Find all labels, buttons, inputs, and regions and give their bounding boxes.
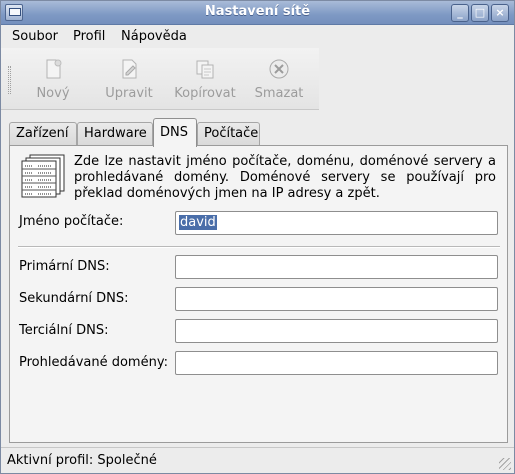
active-profile-status: Aktivní profil: Společné	[7, 453, 157, 468]
delete-button-label: Smazat	[254, 86, 304, 101]
edit-button-label: Upravit	[105, 86, 153, 101]
minimize-button[interactable]: _	[451, 4, 469, 22]
tab-zarizeni[interactable]: Zařízení	[9, 122, 77, 146]
separator	[18, 246, 500, 248]
hostname-field[interactable]: david	[175, 211, 498, 235]
secondary-dns-label: Sekundární DNS:	[19, 291, 129, 306]
primary-dns-label: Primární DNS:	[19, 259, 110, 274]
dns-panel: Zde lze nastavit jméno počítače, doménu,…	[9, 145, 508, 443]
copy-icon	[196, 60, 214, 79]
menu-soubor[interactable]: Soubor	[12, 29, 58, 44]
copy-button-label: Kopírovat	[174, 86, 236, 101]
dns-table-icon	[21, 154, 65, 198]
new-document-icon	[46, 59, 62, 79]
resize-grip[interactable]	[499, 458, 511, 470]
new-button[interactable]: Nový	[17, 52, 89, 106]
window-title: Nastavení sítě	[204, 4, 311, 19]
title-bar[interactable]: Nastavení sítě _ □ ×	[1, 1, 514, 25]
dns-description: Zde lze nastavit jméno počítače, doménu,…	[74, 154, 496, 201]
search-domains-field[interactable]	[175, 351, 498, 375]
network-settings-window: Nastavení sítě _ □ × Soubor Profil Nápov…	[0, 0, 515, 474]
search-domains-label: Prohledávané domény:	[19, 355, 168, 370]
status-bar: Aktivní profil: Společné	[1, 447, 514, 473]
copy-button[interactable]: Kopírovat	[169, 52, 241, 106]
tertiary-dns-label: Terciální DNS:	[19, 323, 109, 338]
maximize-button[interactable]: □	[471, 4, 489, 22]
menubar: Soubor Profil Nápověda	[1, 25, 514, 48]
secondary-dns-field[interactable]	[175, 287, 498, 311]
toolbar-grip[interactable]	[8, 66, 11, 94]
edit-icon	[122, 59, 137, 79]
new-button-label: Nový	[36, 86, 70, 101]
menu-profil[interactable]: Profil	[73, 29, 105, 44]
toolbar: Nový Upravit Kopírovat Smazat	[1, 48, 319, 110]
tertiary-dns-field[interactable]	[175, 319, 498, 343]
tab-dns[interactable]: DNS	[153, 118, 197, 147]
tab-pocitace[interactable]: Počítače	[197, 122, 260, 146]
close-button[interactable]: ×	[491, 4, 509, 22]
hostname-value: david	[179, 215, 217, 230]
menu-napoveda[interactable]: Nápověda	[121, 29, 187, 44]
delete-button[interactable]: Smazat	[243, 52, 315, 106]
hostname-label: Jméno počítače:	[19, 214, 124, 229]
primary-dns-field[interactable]	[175, 255, 498, 279]
tab-hardware[interactable]: Hardware	[77, 122, 153, 146]
delete-icon	[269, 59, 289, 79]
edit-button[interactable]: Upravit	[93, 52, 165, 106]
